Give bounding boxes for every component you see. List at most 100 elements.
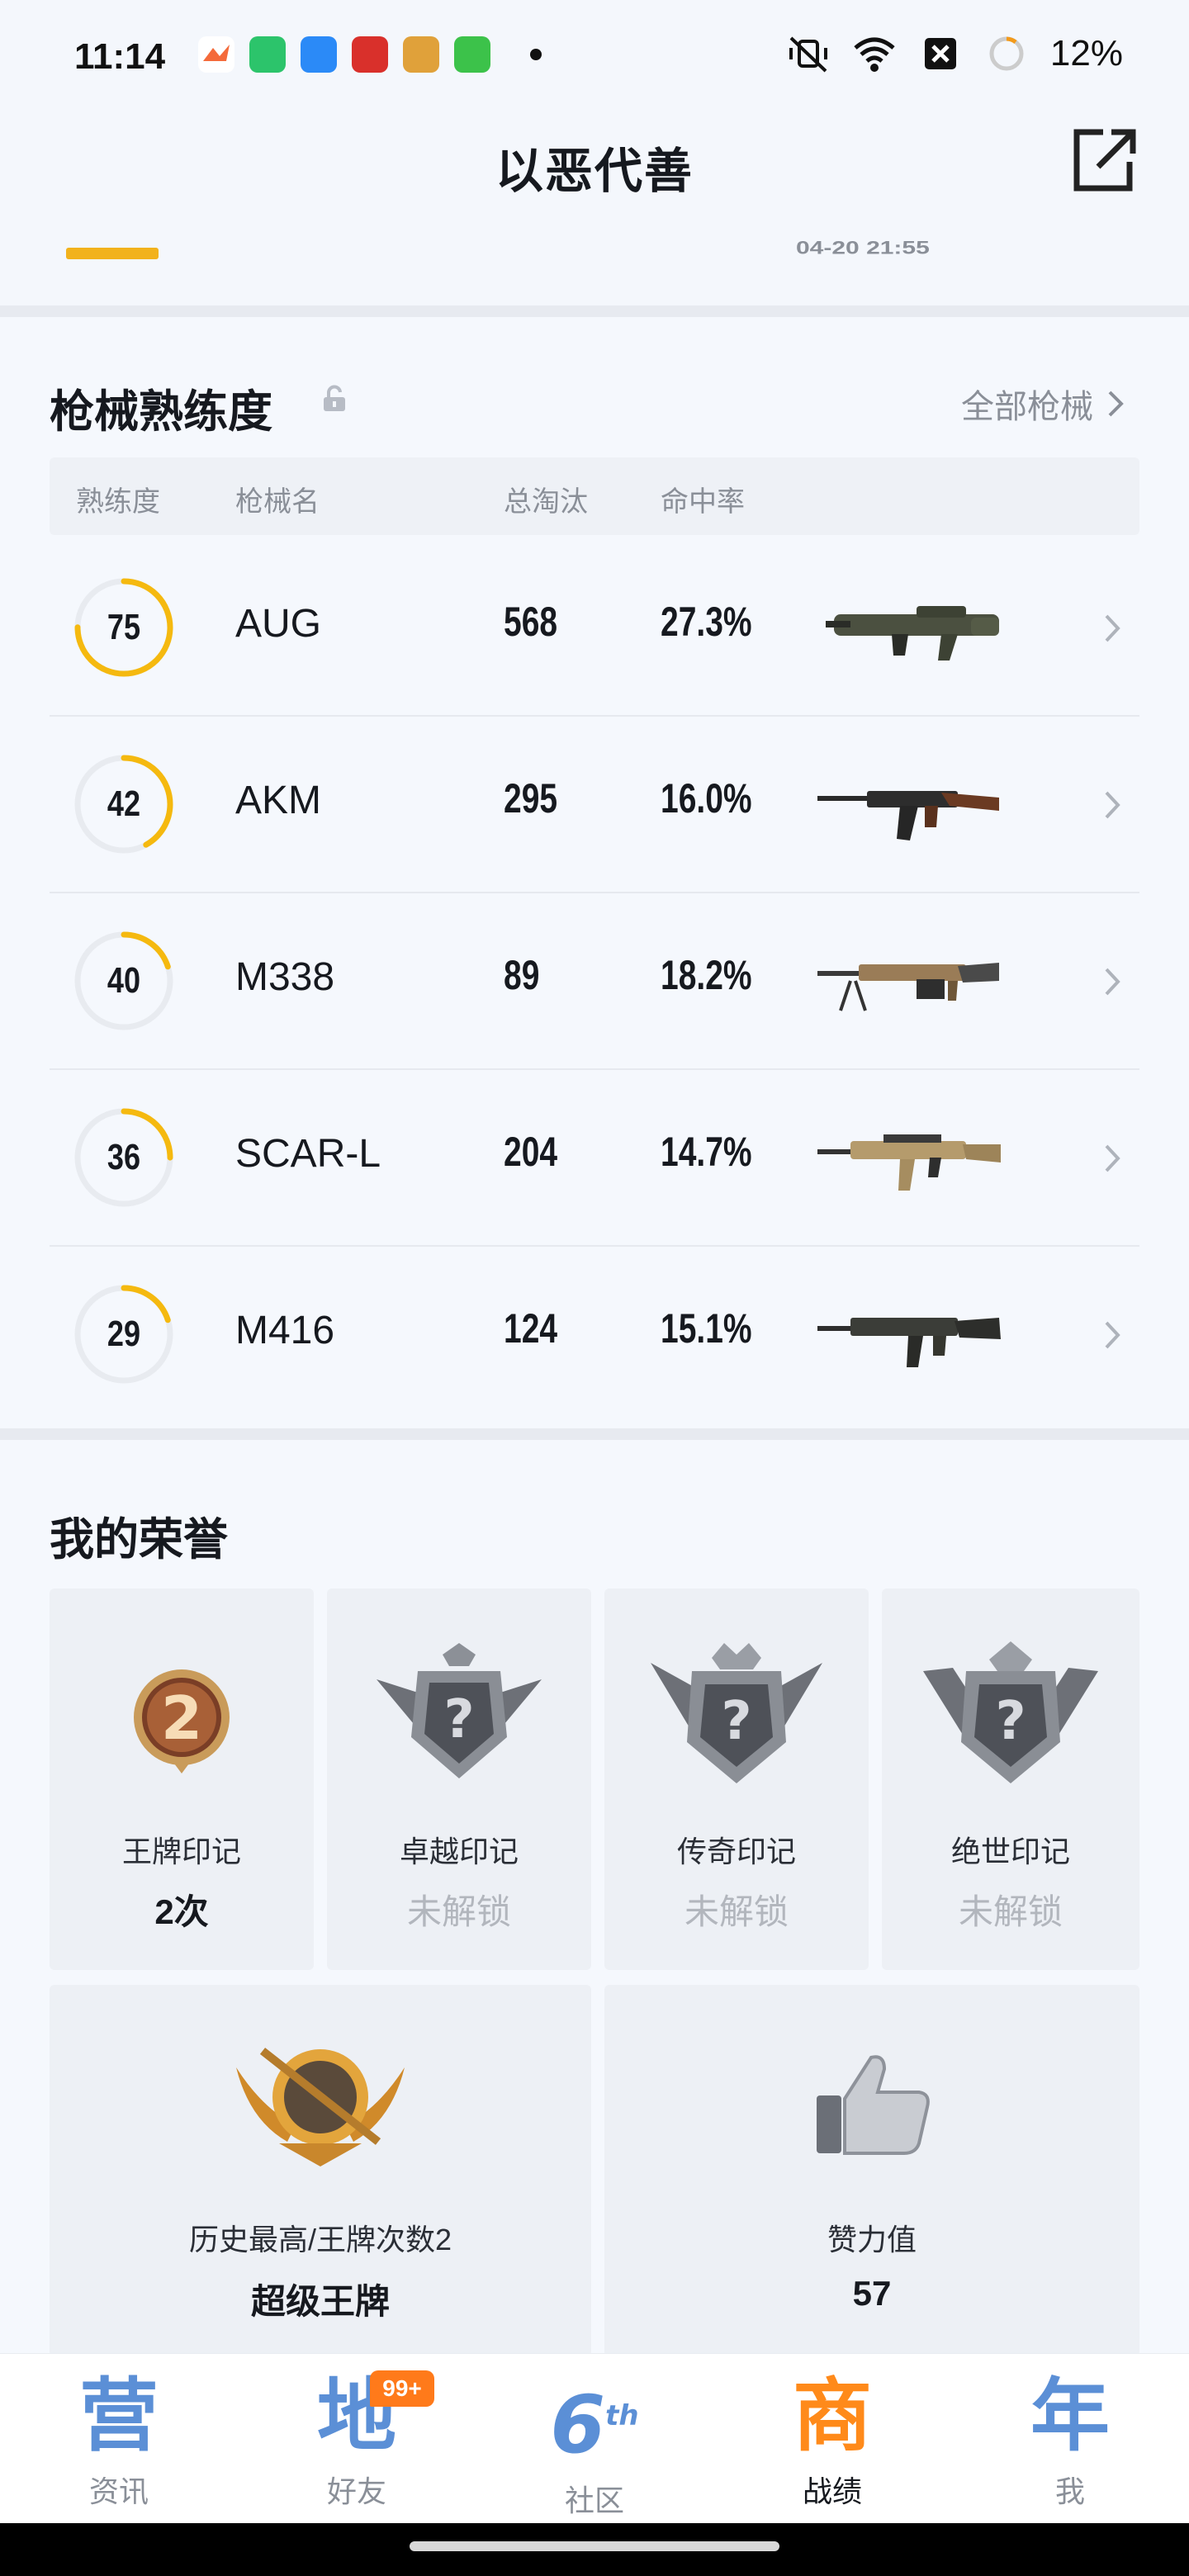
thumbs-up-icon bbox=[817, 2055, 930, 2155]
share-icon[interactable] bbox=[1070, 125, 1139, 195]
tab-records[interactable]: 商 战绩 bbox=[750, 2370, 915, 2519]
tab-news[interactable]: 营 资讯 bbox=[36, 2370, 201, 2519]
weapon-proficiency-section: 枪械熟练度 全部枪械 熟练度 枪械名 总淘汰 命中率 75 AUG 568 27… bbox=[0, 317, 1189, 1428]
green-app-icon bbox=[454, 36, 490, 73]
no-sim-icon bbox=[924, 38, 956, 69]
svg-text:?: ? bbox=[995, 1691, 1026, 1752]
battery-app-icon bbox=[249, 36, 286, 73]
page-title: 以恶代善 bbox=[495, 144, 694, 198]
game-app-icon bbox=[403, 36, 439, 73]
rank-bar bbox=[66, 248, 159, 259]
section-divider bbox=[0, 1428, 1189, 1440]
weapon-accuracy: 27.3% bbox=[661, 599, 752, 645]
locked-mark-icon: ? bbox=[651, 1643, 822, 1783]
records-tab-icon: 商 bbox=[793, 2370, 872, 2462]
col-proficiency: 熟练度 bbox=[76, 486, 160, 518]
honor-label: 历史最高/王牌次数2 bbox=[188, 2223, 452, 2256]
weapon-table-header: 熟练度 枪械名 总淘汰 命中率 bbox=[50, 457, 1139, 535]
chevron-right-icon bbox=[1105, 791, 1120, 819]
honor-label: 绝世印记 bbox=[950, 1835, 1070, 1868]
akm-rifle-image bbox=[817, 791, 999, 841]
notification-icons bbox=[198, 36, 542, 73]
aug-rifle-image bbox=[826, 606, 999, 661]
weapon-accuracy: 14.7% bbox=[661, 1129, 752, 1175]
section-title: 枪械熟练度 bbox=[50, 387, 272, 437]
all-weapons-link[interactable]: 全部枪械 bbox=[961, 380, 1126, 428]
weapon-name: M416 bbox=[235, 1309, 335, 1352]
honor-card-excellence[interactable]: ? 卓越印记 未解锁 bbox=[327, 1589, 591, 1970]
community-tab-icon: 6th bbox=[550, 2379, 639, 2471]
honor-card-peerless[interactable]: ? 绝世印记 未解锁 bbox=[882, 1589, 1139, 1970]
svg-text:?: ? bbox=[721, 1691, 751, 1752]
unlock-icon[interactable] bbox=[320, 385, 348, 413]
proficiency-level: 29 bbox=[107, 1314, 141, 1354]
honor-card-likes[interactable]: 赞力值 57 bbox=[604, 1985, 1139, 2356]
tab-me[interactable]: 年 我 bbox=[988, 2370, 1153, 2519]
chevron-right-icon bbox=[1105, 1144, 1120, 1172]
honor-value: 2次 bbox=[154, 1892, 209, 1931]
page: 11:14 12% 以恶代善 04-20 21:55 枪械熟练度 全部枪械 熟练… bbox=[0, 0, 1189, 2576]
all-weapons-label: 全部枪械 bbox=[961, 389, 1093, 425]
more-notifications-dot bbox=[530, 49, 542, 60]
honor-label: 卓越印记 bbox=[399, 1835, 519, 1868]
ace-mark-number: 2 bbox=[161, 1683, 202, 1753]
weapon-row[interactable]: 29 M416 124 15.1% bbox=[50, 1247, 1139, 1423]
chevron-right-icon bbox=[1105, 968, 1120, 996]
tab-label: 好友 bbox=[326, 2474, 386, 2508]
weapon-name: M338 bbox=[235, 955, 335, 999]
honor-card-legend[interactable]: ? 传奇印记 未解锁 bbox=[604, 1589, 869, 1970]
status-right: 12% bbox=[786, 33, 1123, 74]
red-app-icon bbox=[352, 36, 388, 73]
m338-machinegun-image bbox=[817, 963, 999, 1011]
proficiency-level: 40 bbox=[107, 960, 141, 1001]
honor-label: 传奇印记 bbox=[676, 1835, 796, 1868]
weapon-row[interactable]: 42 AKM 295 16.0% bbox=[50, 717, 1139, 893]
mute-vibrate-icon bbox=[789, 36, 827, 73]
m416-rifle-image bbox=[817, 1318, 1001, 1367]
honor-card-best-rank[interactable]: 历史最高/王牌次数2 超级王牌 bbox=[50, 1985, 591, 2356]
weapon-accuracy: 18.2% bbox=[661, 952, 752, 998]
files-app-icon bbox=[301, 36, 337, 73]
col-weapon-name: 枪械名 bbox=[235, 486, 320, 518]
news-tab-icon: 营 bbox=[79, 2370, 159, 2462]
bottom-nav: 营 资讯 地 好友 99+ 6th 社区 商 战绩 年 我 bbox=[0, 2353, 1189, 2523]
wifi-icon bbox=[854, 37, 895, 72]
tab-label: 战绩 bbox=[802, 2474, 862, 2508]
col-total-kills: 总淘汰 bbox=[504, 486, 588, 518]
honor-value: 未解锁 bbox=[406, 1892, 511, 1931]
weapon-kills: 204 bbox=[504, 1129, 558, 1175]
ace-mark-badge-icon: 2 bbox=[134, 1669, 230, 1773]
weapon-name: SCAR-L bbox=[235, 1132, 381, 1176]
weapon-row[interactable]: 36 SCAR-L 204 14.7% bbox=[50, 1070, 1139, 1247]
chevron-right-icon bbox=[1105, 614, 1120, 642]
battery-ring-icon bbox=[989, 36, 1024, 71]
friends-unread-badge: 99+ bbox=[370, 2370, 434, 2407]
weapon-row[interactable]: 75 AUG 568 27.3% bbox=[50, 540, 1139, 717]
battery-percent: 12% bbox=[1049, 33, 1123, 73]
nav-header: 以恶代善 bbox=[0, 107, 1189, 215]
weapon-row[interactable]: 40 M338 89 18.2% bbox=[50, 893, 1139, 1070]
home-indicator[interactable] bbox=[410, 2541, 779, 2551]
svg-text:?: ? bbox=[443, 1689, 474, 1750]
honor-value: 57 bbox=[852, 2274, 892, 2313]
proficiency-level: 36 bbox=[107, 1137, 141, 1177]
status-bar: 11:14 12% bbox=[0, 0, 1189, 107]
chevron-right-icon bbox=[1108, 391, 1124, 417]
weapon-kills: 295 bbox=[504, 775, 558, 822]
tab-label: 资讯 bbox=[88, 2474, 149, 2508]
previous-match-peek: 04-20 21:55 bbox=[0, 215, 1189, 305]
section-title: 我的荣誉 bbox=[50, 1515, 228, 1565]
col-accuracy: 命中率 bbox=[661, 486, 745, 518]
honors-section: 我的荣誉 2 王牌印记 2次 ? 卓越印记 未解锁 ? 传奇印记 未解锁 ? 绝… bbox=[0, 1440, 1189, 2356]
honor-card-ace[interactable]: 2 王牌印记 2次 bbox=[50, 1589, 314, 1970]
scar-l-rifle-image bbox=[817, 1134, 1001, 1191]
honor-label: 赞力值 bbox=[827, 2223, 917, 2256]
honor-label: 王牌印记 bbox=[121, 1835, 241, 1868]
tab-label: 我 bbox=[1054, 2474, 1085, 2508]
honor-value: 未解锁 bbox=[684, 1892, 789, 1931]
weapon-name: AUG bbox=[235, 602, 322, 646]
tab-community[interactable]: 6th 社区 bbox=[512, 2370, 677, 2519]
weapon-name: AKM bbox=[235, 779, 322, 822]
proficiency-level: 75 bbox=[107, 607, 141, 647]
me-tab-icon: 年 bbox=[1030, 2370, 1110, 2462]
